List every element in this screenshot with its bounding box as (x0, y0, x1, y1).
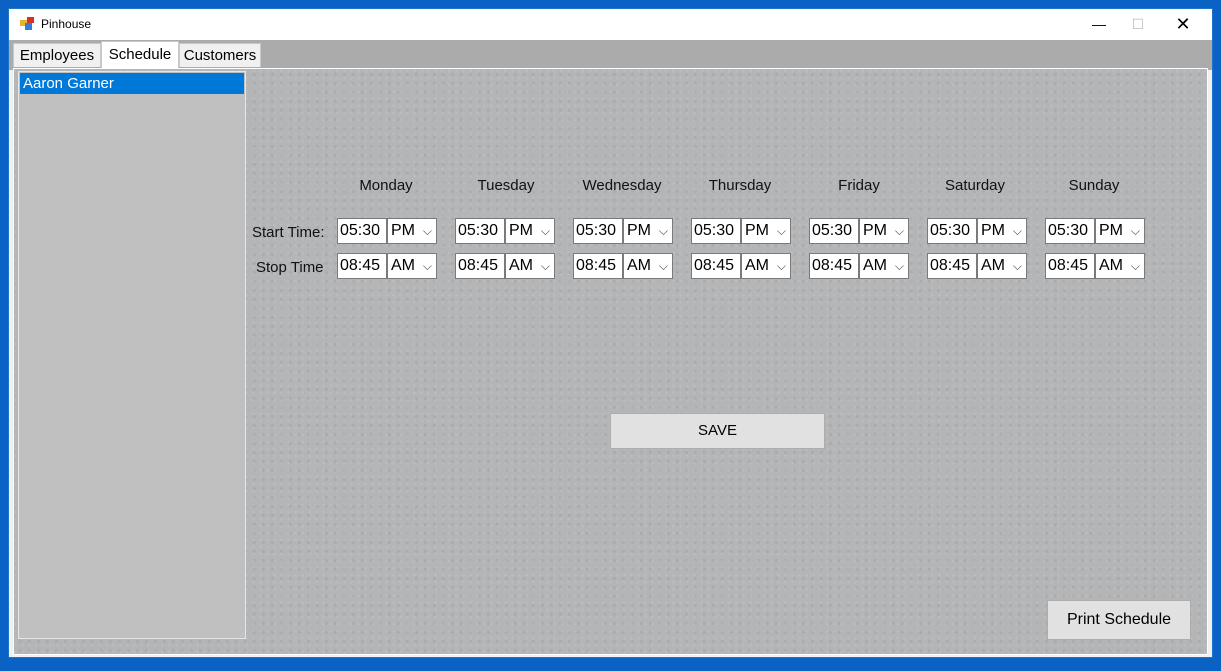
friday-stop-time[interactable]: 08:45 (809, 253, 859, 279)
sunday-start-ampm[interactable]: PM ⌵ (1095, 218, 1145, 244)
wednesday-stop-time[interactable]: 08:45 (573, 253, 623, 279)
app-icon (20, 17, 34, 30)
day-header-monday: Monday (359, 177, 413, 194)
monday-start-ampm[interactable]: PM ⌵ (387, 218, 437, 244)
chevron-down-icon: ⌵ (776, 259, 786, 273)
friday-start-time[interactable]: 05:30 (809, 218, 859, 244)
tuesday-stop-ampm-value: AM (509, 257, 533, 274)
tab-customers[interactable]: Customers (179, 43, 261, 67)
chevron-down-icon: ⌵ (422, 224, 432, 238)
thursday-stop-time[interactable]: 08:45 (691, 253, 741, 279)
chevron-down-icon: ⌵ (540, 259, 550, 273)
saturday-start-time[interactable]: 05:30 (927, 218, 977, 244)
maximize-icon[interactable]: ☐ (1115, 9, 1161, 40)
stop-time-label: Stop Time (256, 259, 324, 276)
saturday-stop-ampm-value: AM (981, 257, 1005, 274)
employee-list[interactable]: Aaron Garner (18, 71, 246, 639)
chevron-down-icon: ⌵ (1130, 224, 1140, 238)
chevron-down-icon: ⌵ (894, 259, 904, 273)
wednesday-stop-ampm-value: AM (627, 257, 651, 274)
tuesday-stop-time[interactable]: 08:45 (455, 253, 505, 279)
tab-employees[interactable]: Employees (13, 43, 101, 67)
friday-start-ampm-value: PM (863, 222, 887, 239)
saturday-start-ampm-value: PM (981, 222, 1005, 239)
day-header-sunday: Sunday (1068, 177, 1120, 194)
monday-stop-ampm[interactable]: AM ⌵ (387, 253, 437, 279)
monday-start-time[interactable]: 05:30 (337, 218, 387, 244)
day-header-thursday: Thursday (708, 177, 772, 194)
thursday-stop-ampm[interactable]: AM ⌵ (741, 253, 791, 279)
tuesday-start-ampm[interactable]: PM ⌵ (505, 218, 555, 244)
friday-stop-ampm-value: AM (863, 257, 887, 274)
saturday-start-ampm[interactable]: PM ⌵ (977, 218, 1027, 244)
wednesday-start-ampm-value: PM (627, 222, 651, 239)
wednesday-stop-ampm[interactable]: AM ⌵ (623, 253, 673, 279)
saturday-stop-time[interactable]: 08:45 (927, 253, 977, 279)
employee-list-item[interactable]: Aaron Garner (20, 73, 244, 94)
day-header-wednesday: Wednesday (582, 177, 662, 194)
tuesday-stop-ampm[interactable]: AM ⌵ (505, 253, 555, 279)
sunday-start-time[interactable]: 05:30 (1045, 218, 1095, 244)
chevron-down-icon: ⌵ (540, 224, 550, 238)
schedule-panel: Aaron Garner Start Time: Stop Time Monda… (13, 68, 1208, 655)
wednesday-start-ampm[interactable]: PM ⌵ (623, 218, 673, 244)
sunday-stop-ampm[interactable]: AM ⌵ (1095, 253, 1145, 279)
sunday-stop-time[interactable]: 08:45 (1045, 253, 1095, 279)
thursday-start-time[interactable]: 05:30 (691, 218, 741, 244)
thursday-start-ampm[interactable]: PM ⌵ (741, 218, 791, 244)
save-button[interactable]: SAVE (610, 413, 825, 449)
tuesday-start-time[interactable]: 05:30 (455, 218, 505, 244)
friday-stop-ampm[interactable]: AM ⌵ (859, 253, 909, 279)
chevron-down-icon: ⌵ (776, 224, 786, 238)
tab-schedule[interactable]: Schedule (101, 41, 179, 69)
sunday-stop-ampm-value: AM (1099, 257, 1123, 274)
monday-stop-ampm-value: AM (391, 257, 415, 274)
window-title: Pinhouse (41, 17, 92, 31)
monday-stop-time[interactable]: 08:45 (337, 253, 387, 279)
friday-start-ampm[interactable]: PM ⌵ (859, 218, 909, 244)
title-bar[interactable]: Pinhouse — ☐ ✕ (9, 9, 1212, 40)
chevron-down-icon: ⌵ (1012, 259, 1022, 273)
app-window: Pinhouse — ☐ ✕ Employees Schedule Custom… (8, 8, 1213, 658)
close-icon[interactable]: ✕ (1160, 9, 1206, 40)
chevron-down-icon: ⌵ (658, 259, 668, 273)
chevron-down-icon: ⌵ (1012, 224, 1022, 238)
chevron-down-icon: ⌵ (894, 224, 904, 238)
saturday-stop-ampm[interactable]: AM ⌵ (977, 253, 1027, 279)
monday-start-ampm-value: PM (391, 222, 415, 239)
sunday-start-ampm-value: PM (1099, 222, 1123, 239)
day-header-saturday: Saturday (944, 177, 1006, 194)
tab-strip: Employees Schedule Customers (9, 40, 1212, 70)
thursday-stop-ampm-value: AM (745, 257, 769, 274)
start-time-label: Start Time: (252, 224, 325, 241)
chevron-down-icon: ⌵ (1130, 259, 1140, 273)
day-header-tuesday: Tuesday (477, 177, 535, 194)
thursday-start-ampm-value: PM (745, 222, 769, 239)
wednesday-start-time[interactable]: 05:30 (573, 218, 623, 244)
chevron-down-icon: ⌵ (422, 259, 432, 273)
print-schedule-button[interactable]: Print Schedule (1047, 600, 1191, 640)
chevron-down-icon: ⌵ (658, 224, 668, 238)
day-header-friday: Friday (838, 177, 880, 194)
tuesday-start-ampm-value: PM (509, 222, 533, 239)
